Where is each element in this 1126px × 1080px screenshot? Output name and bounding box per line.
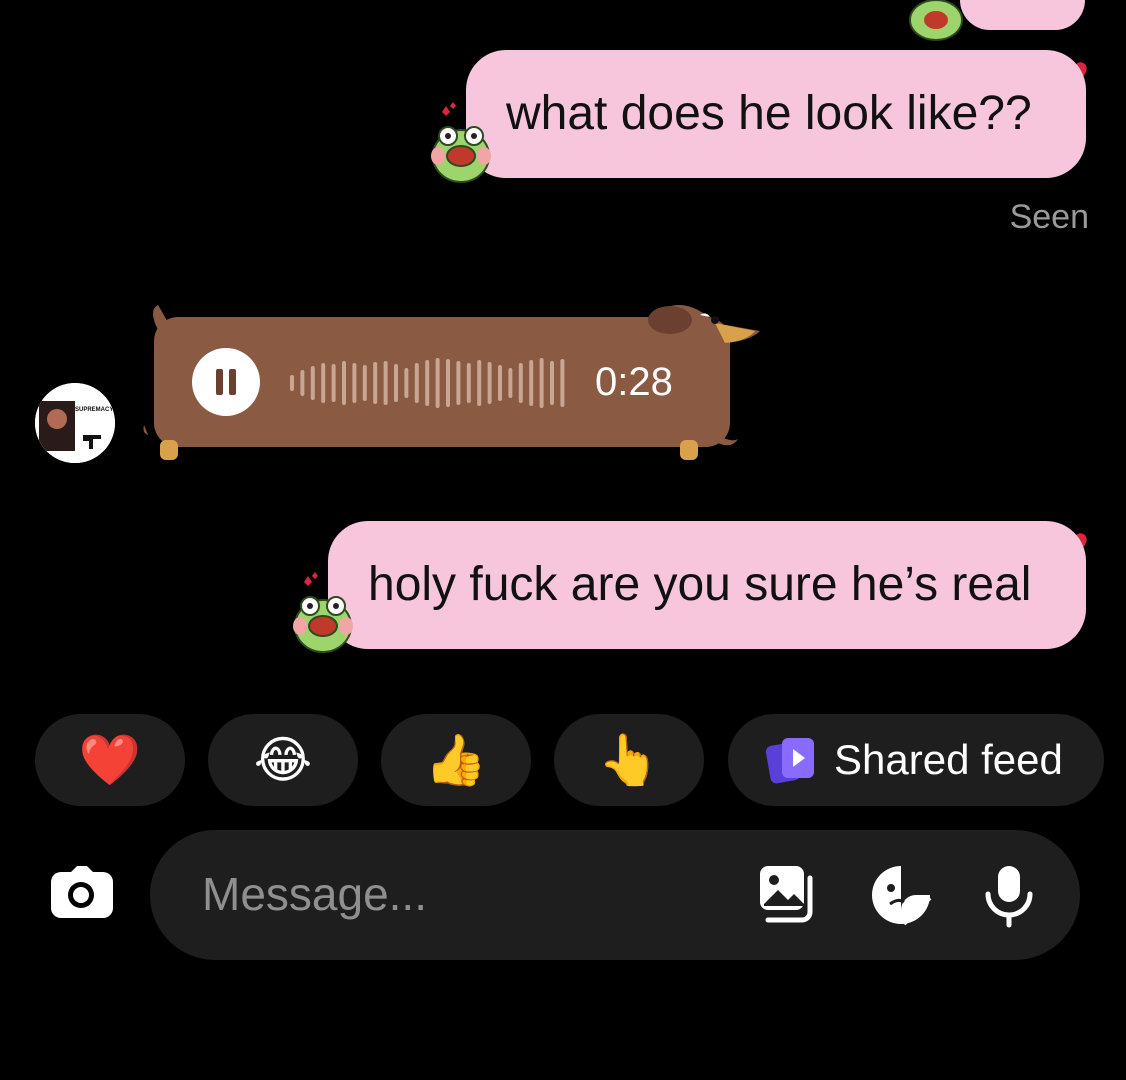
pointing-hand-icon: 👆 xyxy=(597,732,661,788)
waveform-bar xyxy=(539,358,544,408)
message-text-1: what does he look like?? xyxy=(506,87,1032,140)
waveform-bar xyxy=(342,361,346,405)
voice-duration: 0:28 xyxy=(595,360,673,404)
waveform-bar xyxy=(383,361,388,405)
waveform-bar xyxy=(518,363,523,403)
frog-sticker-icon xyxy=(909,0,963,41)
waveform-bar xyxy=(404,368,409,398)
gallery-icon[interactable] xyxy=(756,862,822,928)
avatar-image xyxy=(35,383,115,463)
waveform-bar xyxy=(300,370,305,396)
quick-reaction-thumbs-up[interactable]: 👍 xyxy=(381,714,531,806)
message-bubble-3[interactable]: holy fuck are you sure he’s real xyxy=(328,521,1086,649)
waveform-bar xyxy=(456,361,461,405)
voice-waveform xyxy=(290,358,565,408)
microphone-icon[interactable] xyxy=(976,862,1042,928)
partial-message-bubble[interactable] xyxy=(960,0,1085,30)
waveform-bar xyxy=(331,364,336,402)
waveform-bar xyxy=(394,364,398,402)
pause-icon-bar xyxy=(229,369,236,395)
waveform-bar xyxy=(550,361,554,405)
waveform-bar xyxy=(477,360,482,406)
pause-button[interactable] xyxy=(192,348,260,416)
pause-icon xyxy=(216,369,223,395)
quick-reaction-pointing-hand[interactable]: 👆 xyxy=(554,714,704,806)
camera-icon[interactable] xyxy=(47,862,115,922)
message-input[interactable] xyxy=(202,864,722,924)
shared-feed-button[interactable]: Shared feed xyxy=(728,714,1104,806)
waveform-bar xyxy=(373,362,378,404)
message-bubble-1[interactable]: what does he look like?? xyxy=(466,50,1086,178)
waveform-bar xyxy=(425,360,430,406)
message-text-3: holy fuck are you sure he’s real xyxy=(368,558,1032,611)
waveform-bar xyxy=(321,363,326,403)
waveform-bar xyxy=(508,368,513,398)
frog-sticker-icon xyxy=(293,572,353,653)
message-composer xyxy=(150,830,1080,960)
waveform-bar xyxy=(310,366,315,400)
red-heart-icon: ❤️ xyxy=(78,732,142,788)
waveform-bar xyxy=(498,365,502,401)
waveform-bar xyxy=(352,363,357,403)
quick-reactions-row: ❤️ 😂 👍 👆 Shared feed xyxy=(0,714,1126,806)
waveform-bar xyxy=(487,362,492,404)
waveform-bar xyxy=(560,359,565,407)
seen-indicator: Seen xyxy=(1009,198,1089,236)
frog-sticker-icon xyxy=(431,102,491,183)
waveform-bar xyxy=(414,363,419,403)
waveform-bar xyxy=(466,363,471,403)
shared-feed-icon xyxy=(765,738,814,784)
shared-feed-label: Shared feed xyxy=(834,736,1063,783)
waveform-bar xyxy=(529,360,534,406)
waveform-bar xyxy=(362,365,367,401)
tears-of-joy-icon: 😂 xyxy=(253,732,313,788)
avatar[interactable]: SUPREMACY xyxy=(35,383,115,463)
chat-screen: what does he look like?? Seen SUPREMACY xyxy=(0,0,1126,1080)
sticker-icon[interactable] xyxy=(868,862,934,928)
waveform-bar xyxy=(435,358,440,408)
quick-reaction-tears-of-joy[interactable]: 😂 xyxy=(208,714,358,806)
waveform-bar xyxy=(290,375,294,391)
thumbs-up-icon: 👍 xyxy=(424,732,488,788)
avatar-label: SUPREMACY xyxy=(75,407,114,413)
waveform-bar xyxy=(446,359,450,407)
quick-reaction-red-heart[interactable]: ❤️ xyxy=(35,714,185,806)
